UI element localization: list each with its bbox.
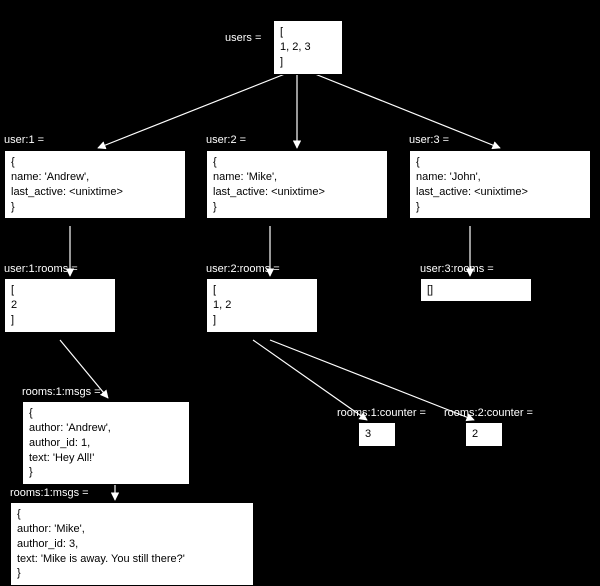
- count1-key-label: rooms:1:counter =: [337, 407, 426, 419]
- count1-box: 3: [358, 422, 396, 447]
- msg1-2-box: { author: 'Mike', author_id: 3, text: 'M…: [10, 502, 254, 586]
- rooms2-key-label: user:2:rooms =: [206, 263, 280, 275]
- rooms3-key-label: user:3:rooms =: [420, 263, 494, 275]
- rooms1-key-label: user:1:rooms =: [4, 263, 78, 275]
- msg1-1-box: { author: 'Andrew', author_id: 1, text: …: [22, 401, 190, 485]
- msg1-2-key-label: rooms:1:msgs =: [10, 487, 89, 499]
- user1-box: { name: 'Andrew', last_active: <unixtime…: [4, 150, 186, 219]
- user2-key-label: user:2 =: [206, 134, 246, 146]
- user1-key-label: user:1 =: [4, 134, 44, 146]
- rooms2-box: [ 1, 2 ]: [206, 278, 318, 333]
- users-box: [ 1, 2, 3 ]: [273, 20, 343, 75]
- user3-key-label: user:3 =: [409, 134, 449, 146]
- count2-box: 2: [465, 422, 503, 447]
- rooms1-box: [ 2 ]: [4, 278, 116, 333]
- users-key-label: users =: [225, 32, 261, 44]
- user3-box: { name: 'John', last_active: <unixtime> …: [409, 150, 591, 219]
- rooms3-box: []: [420, 278, 532, 302]
- count2-key-label: rooms:2:counter =: [444, 407, 533, 419]
- user2-box: { name: 'Mike', last_active: <unixtime> …: [206, 150, 388, 219]
- msg1-1-key-label: rooms:1:msgs =: [22, 386, 101, 398]
